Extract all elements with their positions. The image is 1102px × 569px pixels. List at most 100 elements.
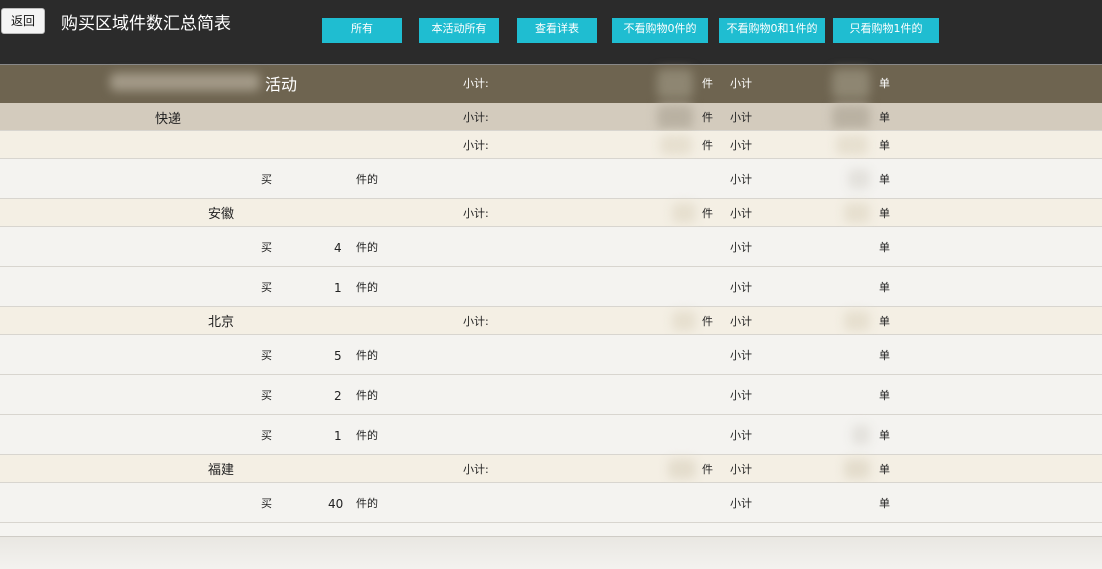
- filter-exclude-0-button[interactable]: 不看购物0件的: [612, 18, 708, 43]
- piece-unit: 件: [702, 111, 713, 124]
- order-subtotal-label: 小计: [730, 497, 752, 510]
- pieces-of-label: 件的: [356, 241, 378, 254]
- buy-label: 买: [261, 429, 272, 442]
- order-unit: 单: [879, 315, 890, 328]
- redacted-value: [832, 69, 870, 99]
- redacted-value: [852, 425, 870, 445]
- redacted-value: [657, 105, 693, 129]
- order-unit: 单: [879, 281, 890, 294]
- filter-exclude-0-1-button[interactable]: 不看购物0和1件的: [719, 18, 825, 43]
- filter-this-activity-button[interactable]: 本活动所有: [419, 18, 499, 43]
- redacted-value: [660, 135, 692, 155]
- order-subtotal-label: 小计: [730, 111, 752, 124]
- redacted-value: [836, 135, 868, 155]
- pieces-of-label: 件的: [356, 389, 378, 402]
- redacted-value: [844, 459, 870, 479]
- order-subtotal-label: 小计: [730, 429, 752, 442]
- region-name: 北京: [208, 315, 235, 330]
- buy-label: 买: [261, 241, 272, 254]
- region-row: 北京 小计: 件 小计 单: [0, 307, 1102, 335]
- filter-all-button[interactable]: 所有: [322, 18, 402, 43]
- order-unit: 单: [879, 429, 890, 442]
- region-name: 福建: [208, 463, 235, 478]
- order-subtotal-label: 小计: [730, 173, 752, 186]
- quantity-value: 4: [334, 241, 342, 255]
- subtotal-label: 小计:: [463, 139, 489, 152]
- order-subtotal-label: 小计: [730, 315, 752, 328]
- express-row: 快递 小计: 件 小计 单: [0, 103, 1102, 131]
- order-unit: 单: [879, 207, 890, 220]
- quantity-value: 5: [334, 349, 342, 363]
- pieces-of-label: 件的: [356, 429, 378, 442]
- pieces-of-label: 件的: [356, 349, 378, 362]
- region-name: 安徽: [208, 207, 235, 222]
- subtotal-label: 小计:: [463, 207, 489, 220]
- table-row: 买 5 件的 小计 单: [0, 335, 1102, 375]
- pieces-of-label: 件的: [356, 281, 378, 294]
- order-unit: 单: [879, 173, 890, 186]
- redacted-value: [657, 69, 693, 99]
- redacted-value: [832, 105, 870, 129]
- order-unit: 单: [879, 241, 890, 254]
- order-subtotal-label: 小计: [730, 207, 752, 220]
- redacted-value: [668, 459, 696, 479]
- table-row: 买 2 件的 小计 单: [0, 375, 1102, 415]
- table-row: 买 件的 小计 单: [0, 159, 1102, 199]
- redacted-value: [672, 311, 696, 331]
- order-subtotal-label: 小计: [730, 281, 752, 294]
- table-row: 买 4 件的 小计 单: [0, 227, 1102, 267]
- piece-unit: 件: [702, 77, 713, 90]
- order-unit: 单: [879, 77, 890, 90]
- quantity-value: 2: [334, 389, 342, 403]
- order-unit: 单: [879, 463, 890, 476]
- back-button[interactable]: 返回: [1, 8, 45, 34]
- order-subtotal-label: 小计: [730, 241, 752, 254]
- buy-label: 买: [261, 281, 272, 294]
- subtotal-label: 小计:: [463, 111, 489, 124]
- order-subtotal-label: 小计: [730, 77, 752, 90]
- express-name: 快递: [155, 112, 182, 127]
- pieces-of-label: 件的: [356, 173, 378, 186]
- redacted-value: [844, 203, 870, 223]
- order-subtotal-label: 小计: [730, 463, 752, 476]
- redacted-value: [672, 203, 696, 223]
- order-subtotal-label: 小计: [730, 389, 752, 402]
- region-row: 福建 小计: 件 小计 单: [0, 455, 1102, 483]
- order-subtotal-label: 小计: [730, 139, 752, 152]
- subtotal-label: 小计:: [463, 315, 489, 328]
- page-title: 购买区域件数汇总简表: [61, 14, 231, 34]
- view-details-button[interactable]: 查看详表: [517, 18, 597, 43]
- quantity-value: 1: [334, 281, 342, 295]
- order-subtotal-label: 小计: [730, 349, 752, 362]
- redacted-activity-name: [110, 73, 260, 91]
- buy-label: 买: [261, 497, 272, 510]
- buy-label: 买: [261, 389, 272, 402]
- order-unit: 单: [879, 497, 890, 510]
- piece-unit: 件: [702, 207, 713, 220]
- subtotal-label: 小计:: [463, 463, 489, 476]
- piece-unit: 件: [702, 463, 713, 476]
- table-row: 买 1 件的 小计 单: [0, 415, 1102, 455]
- piece-unit: 件: [702, 315, 713, 328]
- table-row: 买 1 件的 小计 单: [0, 267, 1102, 307]
- buy-label: 买: [261, 173, 272, 186]
- pieces-of-label: 件的: [356, 497, 378, 510]
- bottom-bar: [0, 536, 1102, 569]
- redacted-value: [848, 169, 870, 189]
- top-header: 返回 购买区域件数汇总简表 所有 本活动所有 查看详表 不看购物0件的 不看购物…: [0, 0, 1102, 65]
- redacted-value: [844, 311, 870, 331]
- table-row: 买 40 件的 小计 单: [0, 483, 1102, 523]
- order-unit: 单: [879, 111, 890, 124]
- region-row: 小计: 件 小计 单: [0, 131, 1102, 159]
- piece-unit: 件: [702, 139, 713, 152]
- order-unit: 单: [879, 389, 890, 402]
- region-row: 安徽 小计: 件 小计 单: [0, 199, 1102, 227]
- activity-name: 活动: [265, 75, 298, 94]
- order-unit: 单: [879, 349, 890, 362]
- quantity-value: 40: [328, 497, 344, 511]
- quantity-value: 1: [334, 429, 342, 443]
- buy-label: 买: [261, 349, 272, 362]
- subtotal-label: 小计:: [463, 77, 489, 90]
- filter-only-1-button[interactable]: 只看购物1件的: [833, 18, 939, 43]
- activity-row: 活动 小计: 件 小计 单: [0, 65, 1102, 103]
